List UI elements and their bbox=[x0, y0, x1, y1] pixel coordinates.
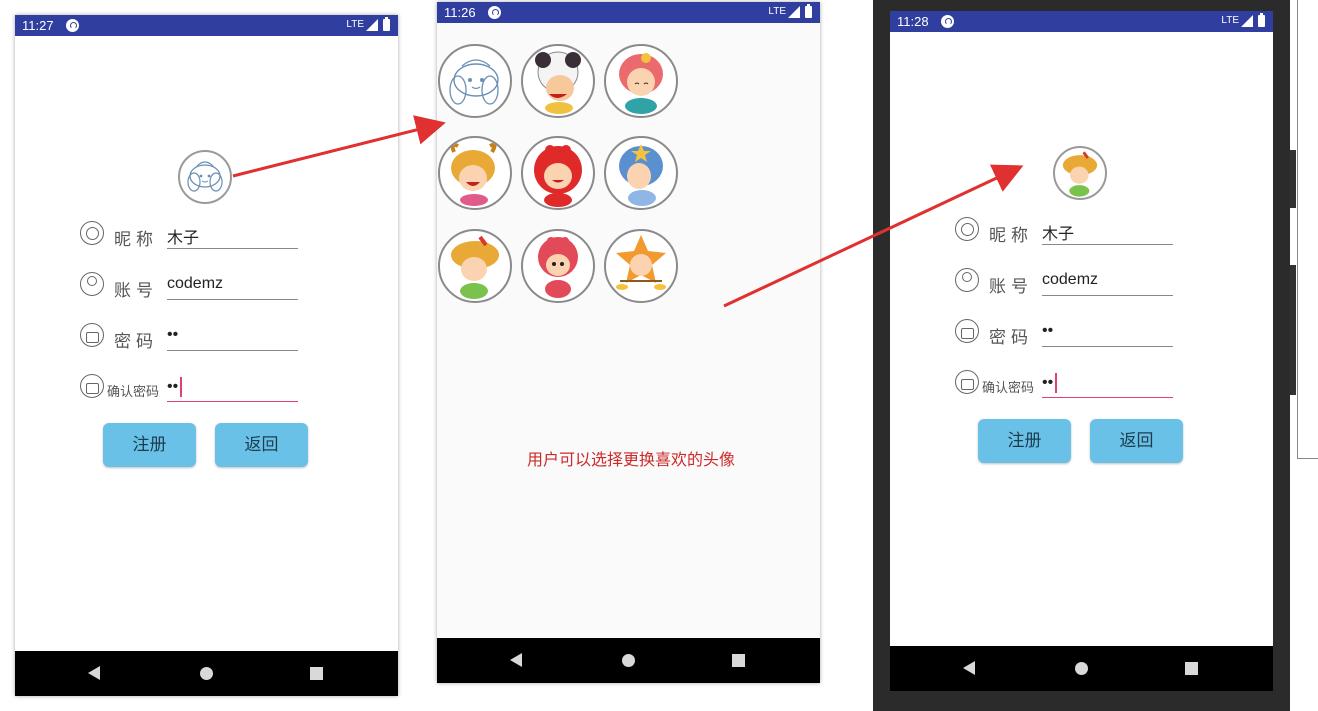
lock-icon bbox=[80, 374, 104, 398]
side-panel bbox=[1297, 0, 1318, 459]
avatar-option-aquarius[interactable] bbox=[604, 136, 678, 210]
nickname-icon bbox=[80, 221, 104, 245]
account-field[interactable]: codemz bbox=[167, 275, 298, 300]
nav-back-icon[interactable] bbox=[963, 661, 975, 675]
avatar-option-cinnamoroll[interactable] bbox=[438, 44, 512, 118]
battery-icon bbox=[1258, 13, 1265, 27]
libra-icon bbox=[616, 235, 666, 290]
nickname-icon bbox=[955, 217, 979, 241]
nickname-field[interactable]: 木子 bbox=[1042, 220, 1173, 245]
nav-bar bbox=[15, 651, 398, 696]
network-label: LTE bbox=[1221, 15, 1239, 26]
nav-home-icon[interactable] bbox=[1075, 662, 1088, 675]
register-button[interactable]: 注册 bbox=[103, 423, 196, 467]
password-label: 密码 bbox=[114, 332, 158, 352]
signal-icon bbox=[366, 19, 378, 31]
status-bar: 11:27 LTE bbox=[15, 15, 398, 36]
caption-text: 用户可以选择更换喜欢的头像 bbox=[527, 450, 736, 469]
nickname-label: 昵称 bbox=[114, 230, 158, 250]
text-caret bbox=[1055, 373, 1057, 393]
account-icon bbox=[955, 268, 979, 292]
avatar-option-virgo[interactable] bbox=[604, 44, 678, 118]
text-caret bbox=[180, 377, 182, 397]
avatar-option-scorpio[interactable] bbox=[521, 229, 595, 303]
battery-icon bbox=[805, 4, 812, 18]
emulator-side-button bbox=[1290, 150, 1296, 208]
nav-recent-icon[interactable] bbox=[732, 654, 745, 667]
avatar[interactable] bbox=[178, 150, 232, 204]
network-label: LTE bbox=[346, 19, 364, 30]
taurus-icon bbox=[450, 142, 497, 206]
lock-icon bbox=[955, 319, 979, 343]
nav-home-icon[interactable] bbox=[622, 654, 635, 667]
password-label: 密码 bbox=[989, 328, 1033, 348]
sagittarius-icon bbox=[1062, 151, 1098, 197]
register-button[interactable]: 注册 bbox=[978, 419, 1071, 463]
account-label: 账号 bbox=[989, 277, 1033, 297]
nav-recent-icon[interactable] bbox=[310, 667, 323, 680]
phone-screen-register: 11:27 LTE 昵称 木子 账号 codemz 密码 •• 确认密码 •• … bbox=[15, 15, 398, 696]
password-field[interactable]: •• bbox=[167, 326, 298, 351]
scorpio-icon bbox=[538, 237, 578, 298]
confirm-password-field[interactable]: •• bbox=[167, 377, 298, 402]
phone-screen-register-updated: 11:28 LTE 昵称 木子 账号 codemz 密码 •• 确认密码 •• … bbox=[890, 11, 1273, 691]
nav-home-icon[interactable] bbox=[200, 667, 213, 680]
avatar-option-taurus[interactable] bbox=[438, 136, 512, 210]
nav-back-icon[interactable] bbox=[510, 653, 522, 667]
nickname-field[interactable]: 木子 bbox=[167, 224, 298, 249]
virgo-icon bbox=[619, 53, 663, 114]
confirm-password-value: •• bbox=[1042, 374, 1054, 392]
account-field[interactable]: codemz bbox=[1042, 271, 1173, 296]
avatar[interactable] bbox=[1053, 146, 1107, 200]
signal-icon bbox=[788, 6, 800, 18]
status-time: 11:28 bbox=[897, 14, 929, 29]
status-time: 11:26 bbox=[444, 5, 476, 20]
notification-icon bbox=[66, 19, 79, 32]
nav-recent-icon[interactable] bbox=[1185, 662, 1198, 675]
sagittarius-icon bbox=[451, 235, 499, 299]
status-bar: 11:28 LTE bbox=[890, 11, 1273, 32]
battery-icon bbox=[383, 17, 390, 31]
lock-icon bbox=[80, 323, 104, 347]
cinnamoroll-icon bbox=[187, 161, 223, 192]
nav-back-icon[interactable] bbox=[88, 666, 100, 680]
confirm-password-field[interactable]: •• bbox=[1042, 373, 1173, 398]
aries-icon bbox=[535, 51, 581, 114]
nickname-label: 昵称 bbox=[989, 226, 1033, 246]
avatar-option-libra[interactable] bbox=[604, 229, 678, 303]
signal-icon bbox=[1241, 15, 1253, 27]
confirm-password-label: 确认密码 bbox=[107, 385, 160, 400]
confirm-password-label: 确认密码 bbox=[982, 381, 1035, 396]
avatar-option-cancer[interactable] bbox=[521, 136, 595, 210]
account-label: 账号 bbox=[114, 281, 158, 301]
confirm-password-value: •• bbox=[167, 378, 179, 396]
notification-icon bbox=[941, 15, 954, 28]
lock-icon bbox=[955, 370, 979, 394]
status-time: 11:27 bbox=[22, 18, 54, 33]
emulator-side-button bbox=[1290, 265, 1296, 395]
nav-bar bbox=[437, 638, 820, 683]
cinnamoroll-icon bbox=[449, 59, 499, 105]
cancer-icon bbox=[534, 145, 582, 207]
status-bar: 11:26 LTE bbox=[437, 2, 820, 23]
notification-icon bbox=[488, 6, 501, 19]
back-button[interactable]: 返回 bbox=[215, 423, 308, 467]
avatar-option-sagittarius[interactable] bbox=[438, 229, 512, 303]
password-field[interactable]: •• bbox=[1042, 322, 1173, 347]
account-icon bbox=[80, 272, 104, 296]
avatar-option-aries[interactable] bbox=[521, 44, 595, 118]
aquarius-icon bbox=[619, 144, 663, 206]
phone-screen-avatar-picker: 11:26 LTE 用户可以选择更换喜欢的头像 bbox=[437, 2, 820, 683]
back-button[interactable]: 返回 bbox=[1090, 419, 1183, 463]
nav-bar bbox=[890, 646, 1273, 691]
network-label: LTE bbox=[768, 6, 786, 17]
